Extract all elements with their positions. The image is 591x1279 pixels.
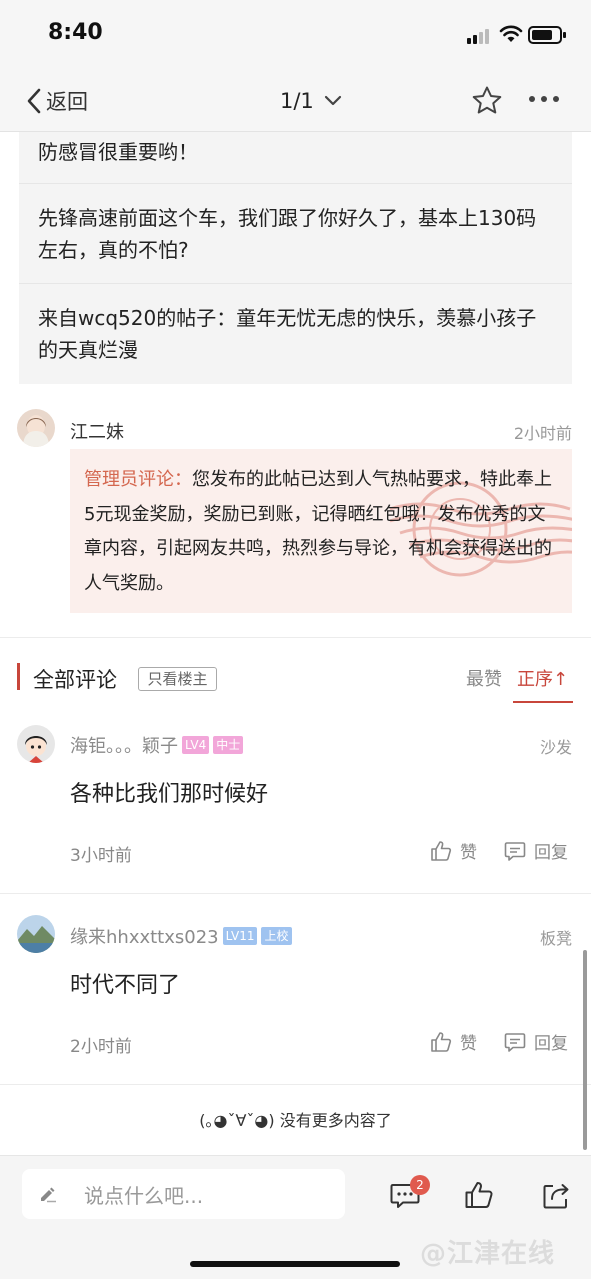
reply-bubble-icon: [504, 1032, 526, 1052]
comment-text[interactable]: 时代不同了: [70, 967, 180, 999]
chevron-left-icon: [27, 88, 41, 114]
divider: [19, 183, 572, 184]
reply-button[interactable]: 回复: [504, 838, 568, 863]
pencil-icon: [41, 1187, 56, 1203]
page-selector[interactable]: 1/1: [280, 84, 342, 118]
level-badge: LV11: [222, 927, 258, 945]
admin-comment-text: 管理员评论：您发布的此帖已达到人气热帖要求，特此奉上5元现金奖励，奖励已到账，记…: [84, 463, 562, 601]
level-badge: LV4: [182, 736, 210, 754]
cellular-signal-icon: [467, 28, 493, 44]
comment-author-name: 海钜。。。颖子: [70, 736, 178, 757]
sort-chronological-tab[interactable]: 正序↑: [517, 665, 568, 691]
home-indicator[interactable]: [190, 1261, 400, 1267]
rank-badge: 中士: [213, 736, 244, 754]
thumbs-up-icon[interactable]: [464, 1180, 494, 1210]
reply-bubble-icon: [504, 841, 526, 861]
like-button[interactable]: 赞: [430, 1029, 477, 1054]
avatar[interactable]: [17, 409, 55, 447]
avatar[interactable]: [17, 725, 55, 763]
floor-label: 沙发: [539, 738, 572, 757]
scrollbar[interactable]: [583, 950, 587, 1150]
comment-author[interactable]: 缘来hhxxttxs023 LV11 上校: [70, 923, 292, 949]
comment-time: 2小时前: [70, 1037, 132, 1057]
divider: [0, 893, 591, 894]
comment-text[interactable]: 各种比我们那时候好: [70, 776, 268, 808]
page-indicator-label: 1/1: [280, 89, 314, 113]
like-button[interactable]: 赞: [430, 838, 477, 863]
section-divider: [0, 637, 591, 638]
comment-time: 3小时前: [70, 846, 132, 866]
share-icon[interactable]: [541, 1181, 571, 1211]
section-accent-bar: [17, 663, 20, 690]
status-bar: 8:40: [0, 0, 591, 70]
admin-label: 管理员评论：: [84, 469, 192, 490]
avatar[interactable]: [17, 915, 55, 953]
watermark: @江津在线: [420, 1239, 556, 1269]
chevron-down-icon: [324, 95, 341, 106]
status-time: 8:40: [48, 20, 103, 45]
quoted-post[interactable]: 来自wcq520的帖子：童年无忧无虑的快乐，羡慕小孩子的天真烂漫: [38, 302, 553, 366]
comment-input-placeholder: 说点什么吧...: [84, 1183, 204, 1208]
quoted-post[interactable]: 防感冒很重要哟！: [38, 136, 553, 168]
comment-input[interactable]: 说点什么吧...: [22, 1169, 345, 1219]
more-options-icon[interactable]: [529, 96, 559, 102]
quoted-post[interactable]: 先锋高速前面这个车，我们跟了你好久了，基本上130码左右，真的不怕?: [38, 202, 553, 266]
favorite-star-icon[interactable]: [471, 85, 503, 115]
admin-comment-box: 管理员评论：您发布的此帖已达到人气热帖要求，特此奉上5元现金奖励，奖励已到账，记…: [70, 449, 572, 613]
reply-button[interactable]: 回复: [504, 1029, 568, 1054]
battery-icon: [528, 26, 566, 44]
bottom-bar: 说点什么吧... 2 @江津在线: [0, 1155, 591, 1279]
floor-label: 板凳: [539, 929, 572, 948]
reply-label: 回复: [534, 1034, 568, 1054]
thumbs-up-icon: [431, 1031, 452, 1052]
admin-comment-time: 2小时前: [513, 424, 572, 443]
comment-count-badge: 2: [410, 1175, 430, 1195]
admin-comment-author[interactable]: 江二妹: [70, 418, 124, 444]
nav-bar: 返回 1/1: [0, 70, 591, 132]
quoted-posts-box: 防感冒很重要哟！ 先锋高速前面这个车，我们跟了你好久了，基本上130码左右，真的…: [19, 132, 572, 384]
comment-author-name: 缘来hhxxttxs023: [70, 927, 219, 948]
no-more-content-note: (｡◕ˇ∀ˇ◕) 没有更多内容了: [199, 1111, 392, 1130]
sort-most-liked-tab[interactable]: 最赞: [466, 665, 502, 691]
divider: [0, 1084, 591, 1085]
divider: [19, 283, 572, 284]
back-button[interactable]: 返回: [26, 84, 88, 118]
like-label: 赞: [460, 843, 477, 863]
reply-label: 回复: [534, 843, 568, 863]
like-label: 赞: [460, 1034, 477, 1054]
back-label: 返回: [46, 90, 88, 114]
rank-badge: 上校: [261, 927, 292, 945]
comment-author[interactable]: 海钜。。。颖子 LV4 中士: [70, 732, 244, 758]
author-only-button[interactable]: 只看楼主: [138, 667, 217, 691]
active-tab-underline: [513, 701, 573, 703]
thumbs-up-icon: [431, 840, 452, 861]
wifi-icon: [499, 25, 523, 42]
comments-title: 全部评论: [33, 668, 117, 692]
